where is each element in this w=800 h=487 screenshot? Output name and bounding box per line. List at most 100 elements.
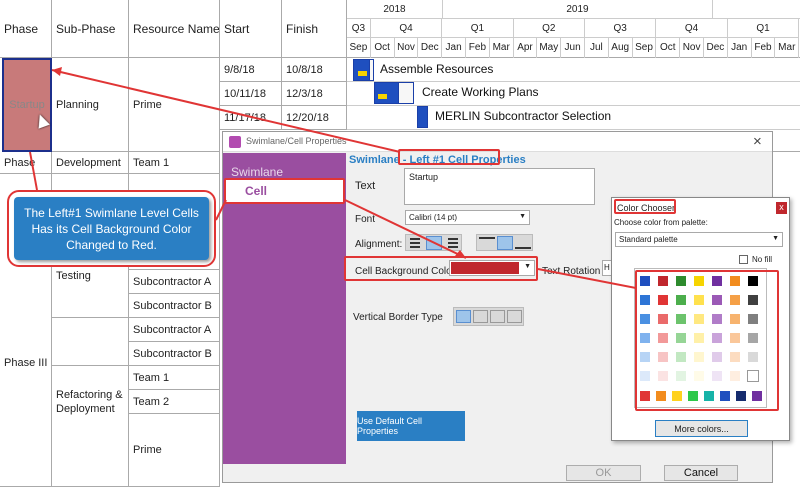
- text-input[interactable]: Startup: [404, 168, 595, 205]
- color-swatch[interactable]: [639, 313, 651, 325]
- cancel-button[interactable]: Cancel: [664, 465, 738, 481]
- use-default-button[interactable]: Use Default Cell Properties: [357, 411, 465, 441]
- resource-sub-b-1[interactable]: Subcontractor B: [129, 294, 220, 318]
- resource-team1[interactable]: Team 1: [129, 366, 220, 390]
- month-0[interactable]: Sep: [347, 38, 371, 58]
- color-swatch[interactable]: [693, 332, 705, 344]
- month-15[interactable]: Dec: [704, 38, 728, 58]
- bright-color-swatch[interactable]: [671, 390, 683, 402]
- border-grid-icon[interactable]: [507, 310, 522, 323]
- month-13[interactable]: Oct: [656, 38, 681, 58]
- color-swatch[interactable]: [747, 370, 759, 382]
- font-select[interactable]: Calibri (14 pt) ▼: [405, 210, 530, 225]
- resource-sub-a-1[interactable]: Subcontractor A: [129, 270, 220, 294]
- phase-startup-cell[interactable]: Startup: [2, 58, 52, 152]
- month-9[interactable]: Jun: [561, 38, 585, 58]
- border-left-icon[interactable]: [456, 310, 471, 323]
- color-swatch[interactable]: [675, 275, 687, 287]
- nav-cell[interactable]: Cell: [225, 180, 344, 202]
- color-swatch[interactable]: [747, 351, 759, 363]
- palette-select[interactable]: Standard palette ▼: [615, 232, 783, 247]
- color-swatch[interactable]: [657, 351, 669, 363]
- resource-sub-a-2[interactable]: Subcontractor A: [129, 318, 220, 342]
- start-cell-1[interactable]: 9/8/18: [220, 58, 282, 82]
- quarter-4[interactable]: Q3: [585, 19, 657, 38]
- color-swatch[interactable]: [693, 351, 705, 363]
- quarter-5[interactable]: Q4: [656, 19, 728, 38]
- color-swatch[interactable]: [675, 351, 687, 363]
- quarter-0[interactable]: Q3: [347, 19, 371, 38]
- border-center-icon[interactable]: [473, 310, 488, 323]
- close-icon[interactable]: ×: [753, 133, 762, 150]
- month-6[interactable]: Mar: [490, 38, 514, 58]
- color-swatch[interactable]: [639, 370, 651, 382]
- month-10[interactable]: Jul: [585, 38, 609, 58]
- col-header-start[interactable]: Start: [220, 0, 282, 58]
- bright-color-swatch[interactable]: [703, 390, 715, 402]
- color-swatch[interactable]: [711, 275, 723, 287]
- color-swatch[interactable]: [693, 275, 705, 287]
- align-center-icon[interactable]: [426, 236, 442, 250]
- color-swatch[interactable]: [729, 332, 741, 344]
- color-swatch[interactable]: [675, 332, 687, 344]
- color-swatch[interactable]: [657, 294, 669, 306]
- color-swatch[interactable]: [747, 332, 759, 344]
- color-swatch[interactable]: [711, 370, 723, 382]
- bright-color-swatch[interactable]: [639, 390, 651, 402]
- color-swatch[interactable]: [729, 351, 741, 363]
- finish-cell-1[interactable]: 10/8/18: [282, 58, 347, 82]
- bright-color-swatch[interactable]: [751, 390, 763, 402]
- month-16[interactable]: Jan: [728, 38, 752, 58]
- color-swatch[interactable]: [711, 313, 723, 325]
- color-swatch[interactable]: [693, 370, 705, 382]
- year-2018[interactable]: 2018: [347, 0, 443, 19]
- ok-button[interactable]: OK: [566, 465, 641, 481]
- bright-color-swatch[interactable]: [719, 390, 731, 402]
- task-bar-working-plans[interactable]: [374, 82, 414, 104]
- quarter-2[interactable]: Q1: [442, 19, 514, 38]
- subphase-development[interactable]: Development: [52, 152, 129, 174]
- year-2019[interactable]: 2019: [443, 0, 713, 19]
- finish-cell-3[interactable]: 12/20/18: [282, 106, 347, 130]
- dialog-titlebar[interactable]: Swimlane/Cell Properties ×: [223, 132, 772, 152]
- color-swatch[interactable]: [657, 275, 669, 287]
- subphase-refactoring[interactable]: Refactoring & Deployment: [52, 366, 129, 487]
- chooser-close-icon[interactable]: x: [776, 202, 787, 214]
- col-header-resources[interactable]: Resource Names: [129, 0, 220, 58]
- color-swatch[interactable]: [639, 351, 651, 363]
- col-header-phase[interactable]: Phase: [0, 0, 52, 58]
- month-7[interactable]: Apr: [514, 38, 538, 58]
- color-swatch[interactable]: [639, 294, 651, 306]
- start-cell-2[interactable]: 10/11/18: [220, 82, 282, 106]
- color-swatch[interactable]: [657, 313, 669, 325]
- quarter-3[interactable]: Q2: [513, 19, 585, 38]
- phase-cell-2[interactable]: Phase: [0, 152, 52, 174]
- no-fill-checkbox[interactable]: [739, 255, 748, 264]
- task-label-merlin[interactable]: MERLIN Subcontractor Selection: [435, 109, 611, 123]
- month-11[interactable]: Aug: [609, 38, 633, 58]
- color-swatch[interactable]: [657, 370, 669, 382]
- color-swatch[interactable]: [657, 332, 669, 344]
- bright-color-swatch[interactable]: [735, 390, 747, 402]
- task-bar-merlin[interactable]: [417, 106, 428, 128]
- subphase-planning[interactable]: Planning: [52, 58, 129, 152]
- more-colors-button[interactable]: More colors...: [655, 420, 748, 437]
- color-swatch[interactable]: [729, 275, 741, 287]
- align-bottom-icon[interactable]: [515, 237, 531, 249]
- color-swatch[interactable]: [675, 370, 687, 382]
- task-label-working-plans[interactable]: Create Working Plans: [422, 85, 539, 99]
- month-2[interactable]: Nov: [395, 38, 419, 58]
- color-swatch[interactable]: [747, 294, 759, 306]
- task-label-assemble[interactable]: Assemble Resources: [380, 62, 493, 76]
- color-swatch[interactable]: [729, 313, 741, 325]
- bright-color-swatch[interactable]: [655, 390, 667, 402]
- color-swatch[interactable]: [729, 294, 741, 306]
- color-swatch[interactable]: [675, 313, 687, 325]
- bright-color-swatch[interactable]: [687, 390, 699, 402]
- align-left-icon[interactable]: [408, 237, 424, 249]
- month-14[interactable]: Nov: [680, 38, 704, 58]
- month-4[interactable]: Jan: [442, 38, 466, 58]
- resource-team1-dev[interactable]: Team 1: [129, 152, 220, 174]
- col-header-subphase[interactable]: Sub-Phase: [52, 0, 129, 58]
- border-right-icon[interactable]: [490, 310, 505, 323]
